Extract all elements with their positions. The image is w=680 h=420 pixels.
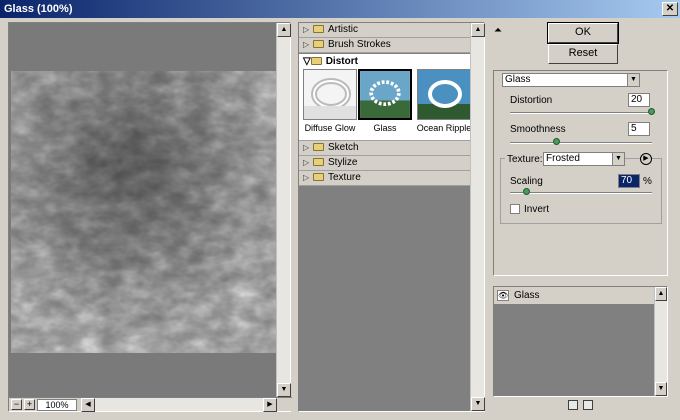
category-label: Stylize bbox=[328, 157, 358, 168]
eye-icon[interactable]: 👁 bbox=[497, 290, 509, 301]
scroll-down-icon[interactable]: ▼ bbox=[471, 397, 485, 411]
preview-vertical-scrollbar[interactable]: ▲ ▼ bbox=[276, 23, 291, 397]
distortion-slider[interactable] bbox=[510, 112, 652, 114]
scaling-slider[interactable] bbox=[510, 192, 652, 194]
preview-horizontal-scrollbar[interactable]: ◀ ▶ bbox=[81, 398, 277, 412]
effect-layer-glass[interactable]: 👁 Glass bbox=[494, 287, 654, 305]
category-stylize[interactable]: ▷ Stylize bbox=[299, 156, 471, 171]
collapse-arrow-icon[interactable]: ▽ bbox=[303, 56, 311, 67]
expand-arrow-icon[interactable]: ▷ bbox=[303, 23, 313, 37]
category-texture[interactable]: ▷ Texture bbox=[299, 171, 471, 186]
category-label: Sketch bbox=[328, 142, 359, 153]
category-sketch[interactable]: ▷ Sketch bbox=[299, 141, 471, 156]
distortion-input[interactable]: 20 bbox=[628, 93, 650, 107]
smoothness-slider-knob[interactable] bbox=[552, 138, 560, 145]
texture-select-value: Frosted bbox=[546, 153, 580, 164]
collapse-gallery-icon[interactable]: ⏶ bbox=[494, 25, 502, 36]
scaling-input[interactable]: 70 bbox=[618, 174, 640, 188]
zoom-in-button[interactable]: + bbox=[24, 399, 35, 410]
texture-menu-icon[interactable]: ▶ bbox=[640, 153, 652, 165]
filter-select-value: Glass bbox=[505, 74, 531, 85]
filter-thumb-glass[interactable] bbox=[358, 69, 412, 120]
scroll-down-icon[interactable]: ▼ bbox=[277, 383, 291, 397]
scroll-up-icon[interactable]: ▲ bbox=[471, 23, 485, 37]
expand-arrow-icon[interactable]: ▷ bbox=[303, 38, 313, 52]
folder-icon bbox=[313, 158, 324, 166]
filter-label: Glass bbox=[373, 123, 397, 133]
scroll-up-icon[interactable]: ▲ bbox=[277, 23, 291, 37]
scroll-up-icon[interactable]: ▲ bbox=[655, 287, 667, 301]
category-brush-strokes[interactable]: ▷ Brush Strokes bbox=[299, 38, 471, 53]
scaling-slider-knob[interactable] bbox=[523, 188, 531, 195]
glass-thumbnail bbox=[360, 71, 410, 118]
smoothness-label: Smoothness bbox=[510, 124, 566, 135]
scaling-label: Scaling bbox=[510, 176, 543, 187]
folder-icon bbox=[313, 25, 324, 33]
distortion-slider-knob[interactable] bbox=[648, 108, 655, 115]
effect-layer-label: Glass bbox=[514, 290, 540, 301]
effect-layers-panel: 👁 Glass ▲ ▼ bbox=[493, 286, 668, 397]
category-label: Artistic bbox=[328, 24, 358, 35]
reset-button[interactable]: Reset bbox=[548, 44, 618, 64]
window-title: Glass (100%) bbox=[4, 3, 73, 15]
expand-arrow-icon[interactable]: ▷ bbox=[303, 156, 313, 170]
category-label: Texture bbox=[328, 172, 361, 183]
zoom-level-field[interactable]: 100% bbox=[37, 399, 77, 411]
category-artistic[interactable]: ▷ Artistic bbox=[299, 23, 471, 38]
scaling-unit: % bbox=[643, 176, 652, 187]
close-button[interactable]: ✕ bbox=[662, 2, 678, 16]
folder-icon bbox=[313, 173, 324, 181]
category-label: Brush Strokes bbox=[328, 39, 391, 50]
invert-label: Invert bbox=[524, 204, 550, 215]
layers-scrollbar[interactable]: ▲ ▼ bbox=[654, 287, 667, 396]
category-distort-header[interactable]: ▽ Distort bbox=[299, 54, 471, 68]
ocean-ripple-thumbnail bbox=[418, 70, 470, 119]
dropdown-arrow-icon: ▼ bbox=[627, 74, 639, 86]
new-effect-layer-icon[interactable] bbox=[568, 400, 578, 410]
filter-gallery: ▷ Artistic ▷ Brush Strokes ▽ Distort Dif… bbox=[298, 22, 485, 412]
scroll-right-icon[interactable]: ▶ bbox=[263, 398, 277, 412]
smoothness-input[interactable]: 5 bbox=[628, 122, 650, 136]
diffuse-glow-thumbnail bbox=[304, 70, 356, 119]
filter-thumb-diffuse-glow[interactable] bbox=[303, 69, 357, 120]
scroll-down-icon[interactable]: ▼ bbox=[655, 382, 667, 396]
expand-arrow-icon[interactable]: ▷ bbox=[303, 171, 313, 185]
glass-preview-image bbox=[11, 71, 277, 353]
zoom-out-button[interactable]: − bbox=[11, 399, 22, 410]
preview-pane: ▲ ▼ − + 100% ◀ ▶ bbox=[8, 22, 292, 412]
filter-label: Diffuse Glow bbox=[304, 123, 356, 133]
filter-select[interactable]: Glass ▼ bbox=[502, 73, 640, 87]
category-label: Distort bbox=[325, 56, 358, 67]
open-folder-icon bbox=[310, 57, 322, 65]
smoothness-slider[interactable] bbox=[510, 142, 652, 144]
expand-arrow-icon[interactable]: ▷ bbox=[303, 141, 313, 155]
filter-label: Ocean Ripple bbox=[416, 123, 472, 133]
distortion-label: Distortion bbox=[510, 95, 553, 106]
texture-label: Texture: bbox=[505, 154, 545, 165]
category-distort: ▽ Distort Diffuse Glow Glass Ocean Rippl… bbox=[299, 54, 471, 141]
folder-icon bbox=[313, 40, 324, 48]
preview-zoom-bar: − + 100% ◀ ▶ bbox=[9, 397, 292, 412]
texture-select[interactable]: Frosted ▼ bbox=[543, 152, 625, 166]
scroll-left-icon[interactable]: ◀ bbox=[81, 398, 95, 412]
gallery-scrollbar[interactable]: ▲ ▼ bbox=[470, 23, 485, 411]
filter-thumb-ocean-ripple[interactable] bbox=[417, 69, 471, 120]
invert-checkbox[interactable] bbox=[510, 204, 520, 214]
folder-icon bbox=[313, 143, 324, 151]
ok-button[interactable]: OK bbox=[547, 22, 619, 44]
delete-effect-layer-icon[interactable] bbox=[583, 400, 593, 410]
preview-canvas[interactable] bbox=[9, 23, 277, 397]
dropdown-arrow-icon: ▼ bbox=[612, 153, 624, 165]
title-bar: Glass (100%) ✕ bbox=[0, 0, 680, 18]
